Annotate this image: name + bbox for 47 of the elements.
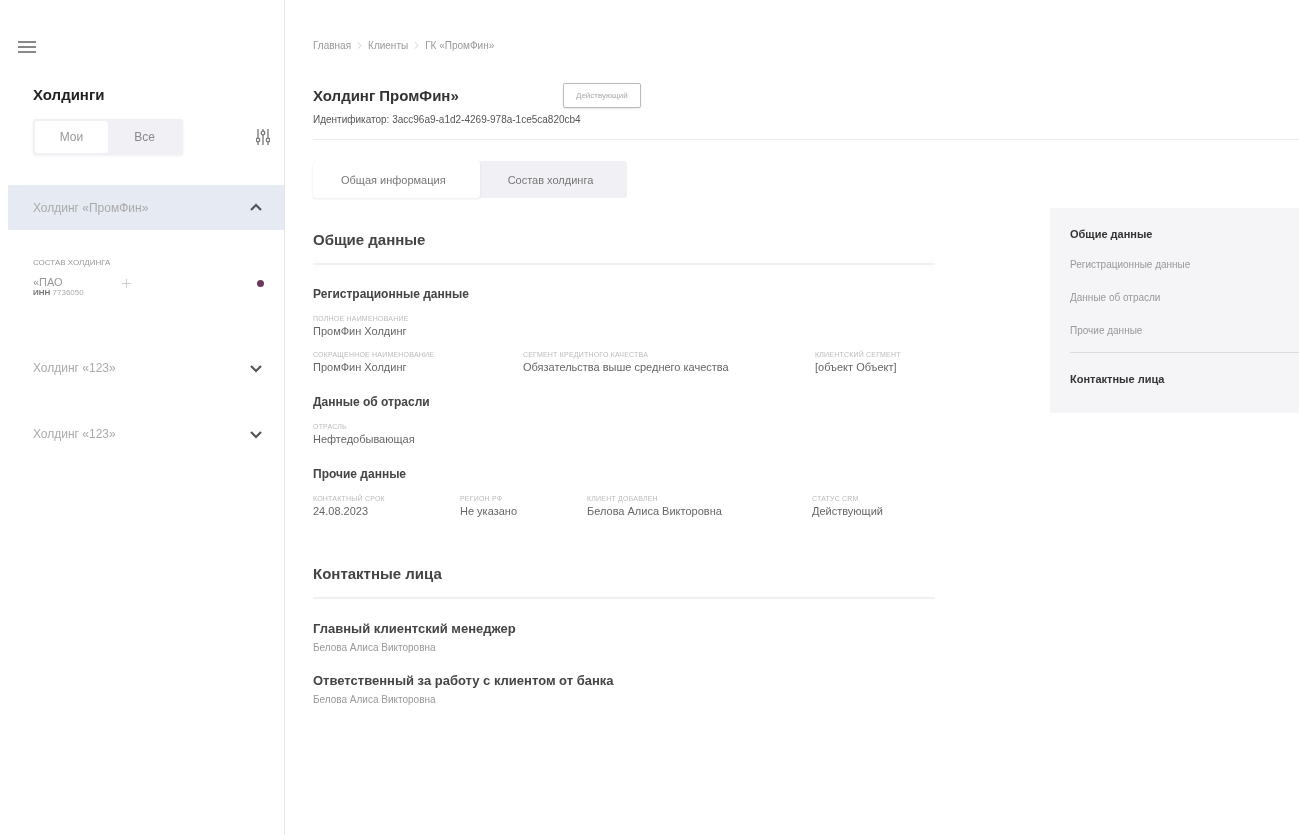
company-name[interactable]: «ПАО: [33, 276, 84, 288]
contact-role: Ответственный за работу с клиентом от банка: [313, 673, 615, 688]
menu-icon[interactable]: [18, 40, 36, 54]
field-value: [объект Объект]: [815, 361, 898, 373]
status-badge: Действующий: [563, 83, 641, 108]
field-value: 24.08.2023: [313, 505, 370, 517]
section-heading: Контактные лица: [313, 565, 443, 582]
chevron-right-icon: [414, 42, 420, 49]
breadcrumb-link[interactable]: Главная: [313, 40, 352, 51]
field-value: Обязательства выше среднего качества: [523, 361, 730, 373]
inn-text: ИНН 7736050: [33, 288, 84, 297]
identifier-text: Идентификатор: 3acc96a9-a1d2-4269-978a-1ce5ca820cb4: [313, 114, 582, 125]
nav-link[interactable]: Данные об отрасли: [1070, 292, 1299, 303]
nav-link[interactable]: Прочие данные: [1070, 325, 1299, 336]
tab[interactable]: Состав холдинга: [479, 161, 628, 198]
contact-role: Главный клиентский менеджер: [313, 621, 517, 636]
holding-name: Холдинг «ПромФин»: [33, 200, 149, 215]
subsection-heading: Регистрационные данные: [313, 287, 470, 301]
nav-link[interactable]: Контактные лица: [1070, 373, 1299, 385]
section-label: СОСТАВ ХОЛДИНГА: [33, 258, 112, 267]
breadcrumb-link[interactable]: ГК «ПромФин»: [425, 40, 495, 51]
subsection-heading: Прочие данные: [313, 467, 408, 481]
holding-item[interactable]: Холдинг «123»: [8, 411, 284, 456]
holding-item[interactable]: Холдинг «123»: [8, 345, 284, 390]
field-value: Не указано: [460, 505, 519, 517]
breadcrumb-link[interactable]: Клиенты: [368, 40, 409, 51]
page-title: Холдинг ПромФин»: [313, 87, 460, 104]
sidebar-title: Холдинги: [33, 86, 106, 103]
contact-name: Белова Алиса Викторовна: [313, 694, 437, 705]
field-value: ПромФин Холдинг: [313, 325, 408, 337]
field-value: Действующий: [812, 505, 884, 517]
nav-link[interactable]: Общие данные: [1070, 228, 1299, 240]
holding-item[interactable]: Холдинг «ПромФин»: [8, 185, 284, 230]
nav-link[interactable]: Регистрационные данные: [1070, 259, 1299, 270]
field-value: ПромФин Холдинг: [313, 361, 408, 373]
field-value: Нефтедобывающая: [313, 433, 416, 445]
tab[interactable]: Общая информация: [313, 161, 480, 198]
contact-name: Белова Алиса Викторовна: [313, 642, 437, 653]
holding-name: Холдинг «123»: [33, 360, 116, 375]
filter-tab[interactable]: Все: [108, 121, 181, 153]
section-heading: Общие данные: [313, 231, 427, 248]
holding-name: Холдинг «123»: [33, 426, 116, 441]
filter-tab[interactable]: Мои: [35, 121, 108, 153]
subsection-heading: Данные об отрасли: [313, 395, 431, 409]
sliders-icon[interactable]: [256, 128, 270, 146]
field-value: Белова Алиса Викторовна: [587, 505, 723, 517]
chevron-right-icon: [357, 42, 363, 49]
